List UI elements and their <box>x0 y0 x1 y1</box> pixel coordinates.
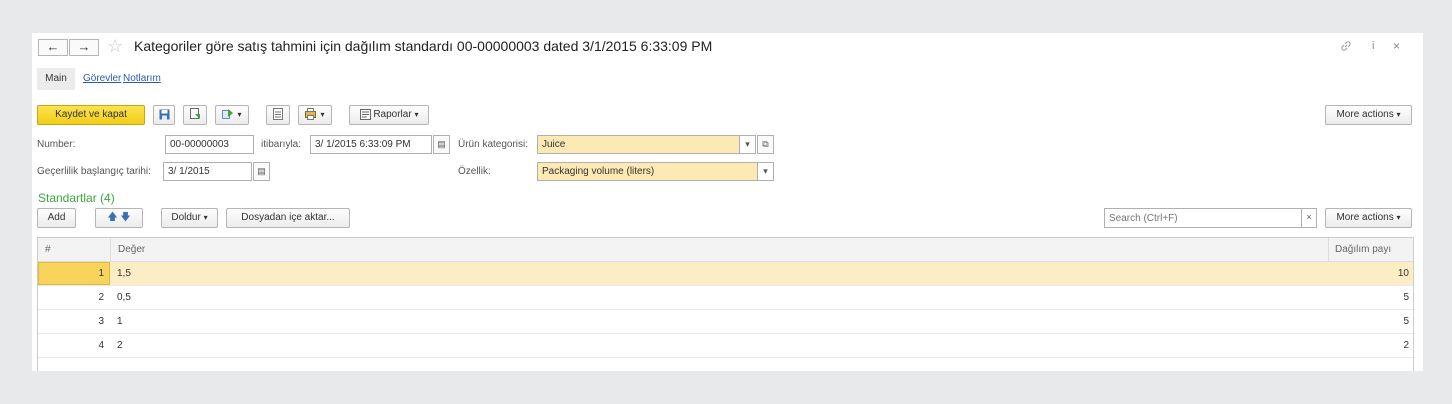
generate-icon <box>222 109 234 120</box>
column-header-number[interactable]: # <box>45 238 51 262</box>
column-divider <box>110 238 111 262</box>
tab-tasks[interactable]: Görevler <box>83 73 121 84</box>
move-rows-button[interactable]: 🡅 🡇 <box>95 208 143 228</box>
form-window: ← → ☆ Kategoriler göre satış tahmini içi… <box>32 33 1423 371</box>
standards-section-title: Standartlar (4) <box>38 191 115 205</box>
row-number: 3 <box>98 316 104 327</box>
arrow-right-icon: → <box>77 39 91 54</box>
chevron-down-icon: ▾ <box>1396 213 1401 222</box>
start-date-label: Geçerlilik başlangıç tarihi: <box>37 166 151 177</box>
chevron-down-icon: ▾ <box>1396 110 1401 119</box>
attribute-dropdown-button[interactable]: ▾ <box>757 162 774 181</box>
fill-dropdown-button[interactable]: Doldur ▾ <box>161 208 218 228</box>
table-row[interactable]: 2 0,5 5 <box>38 286 1413 310</box>
row-share[interactable]: 2 <box>1403 334 1409 358</box>
post-document-button[interactable] <box>183 105 207 125</box>
category-dropdown-button[interactable]: ▾ <box>739 135 756 154</box>
number-label: Number: <box>37 139 76 150</box>
row-share[interactable]: 5 <box>1403 286 1409 310</box>
arrow-left-icon: ← <box>46 39 60 54</box>
link-icon[interactable] <box>1340 40 1354 54</box>
start-date-field[interactable]: 3/ 1/2015 <box>163 162 252 181</box>
table-row[interactable]: 1 1,5 10 <box>38 262 1413 286</box>
back-button[interactable]: ← <box>38 39 68 56</box>
floppy-icon <box>159 109 169 120</box>
open-icon: ⧉ <box>762 139 769 149</box>
save-and-close-button[interactable]: Kaydet ve kapat <box>37 105 145 125</box>
more-actions-button[interactable]: More actions ▾ <box>1325 105 1412 125</box>
document-post-icon <box>190 108 200 120</box>
table-header: # Değer Dağılım payı <box>38 238 1413 262</box>
reports-dropdown-button[interactable]: Raporlar ▾ <box>349 105 429 125</box>
category-label: Ürün kategorisi: <box>458 139 529 150</box>
close-icon: × <box>1306 212 1312 222</box>
window-title: Kategoriler göre satış tahmini için dağı… <box>134 38 713 54</box>
column-header-value[interactable]: Değer <box>118 238 145 262</box>
print-dropdown-button[interactable]: ▾ <box>298 105 332 125</box>
generate-dropdown-button[interactable]: ▾ <box>215 105 249 125</box>
tab-notes[interactable]: Notlarım <box>123 73 161 84</box>
arrow-down-icon[interactable]: 🡇 <box>120 212 130 223</box>
arrow-up-icon[interactable]: 🡅 <box>107 212 117 223</box>
fill-label: Doldur <box>171 212 201 223</box>
calendar-icon: ▤ <box>257 166 266 176</box>
column-divider <box>1328 238 1329 262</box>
reports-label: Raporlar <box>373 109 412 120</box>
attribute-field[interactable]: Packaging volume (liters) <box>537 162 758 181</box>
save-button[interactable] <box>153 105 175 125</box>
import-from-file-button[interactable]: Dosyadan içe aktar... <box>226 208 350 228</box>
more-actions-label: More actions <box>1336 109 1394 120</box>
calendar-icon: ▤ <box>437 139 446 149</box>
chevron-down-icon: ▾ <box>414 110 419 119</box>
add-button[interactable]: Add <box>37 208 76 228</box>
column-header-share[interactable]: Dağılım payı <box>1335 238 1391 262</box>
report-icon <box>359 108 371 120</box>
chevron-down-icon: ▾ <box>237 110 242 119</box>
table-row[interactable]: 3 1 5 <box>38 310 1413 334</box>
date-field[interactable]: 3/ 1/2015 6:33:09 PM <box>310 135 432 154</box>
number-field[interactable]: 00-00000003 <box>165 135 254 154</box>
table-row[interactable]: 4 2 2 <box>38 334 1413 358</box>
row-number: 4 <box>98 340 104 351</box>
close-icon[interactable]: × <box>1393 39 1400 53</box>
print-icon <box>305 108 317 121</box>
row-value[interactable]: 1,5 <box>117 262 131 286</box>
info-icon[interactable]: i <box>1372 40 1374 52</box>
clear-search-button[interactable]: × <box>1301 208 1317 228</box>
search-input[interactable] <box>1104 208 1302 228</box>
row-share[interactable]: 5 <box>1403 310 1409 334</box>
standards-table: # Değer Dağılım payı 1 1,5 10 2 0,5 5 3 … <box>37 237 1414 371</box>
row-value[interactable]: 0,5 <box>117 286 131 310</box>
list-view-button[interactable] <box>266 105 290 125</box>
chevron-down-icon: ▾ <box>203 213 208 222</box>
row-number: 2 <box>98 292 104 303</box>
date-label: itibarıyla: <box>261 139 302 150</box>
chevron-down-icon: ▾ <box>320 110 325 119</box>
chevron-down-icon: ▾ <box>745 139 750 149</box>
start-calendar-button[interactable]: ▤ <box>253 162 270 181</box>
category-open-button[interactable]: ⧉ <box>757 135 774 154</box>
tab-main[interactable]: Main <box>37 68 75 90</box>
favorite-star-icon[interactable]: ☆ <box>107 36 123 57</box>
row-share[interactable]: 10 <box>1398 262 1409 286</box>
row-value[interactable]: 1 <box>117 310 123 334</box>
forward-button[interactable]: → <box>69 39 99 56</box>
attribute-label: Özellik: <box>458 166 491 177</box>
list-icon <box>273 108 283 121</box>
row-number: 1 <box>98 268 104 279</box>
category-field[interactable]: Juice <box>537 135 740 154</box>
calendar-button[interactable]: ▤ <box>433 135 450 154</box>
more-actions-label: More actions <box>1336 212 1394 223</box>
chevron-down-icon: ▾ <box>763 166 768 176</box>
table-more-actions-button[interactable]: More actions ▾ <box>1325 208 1412 228</box>
row-value[interactable]: 2 <box>117 334 123 358</box>
